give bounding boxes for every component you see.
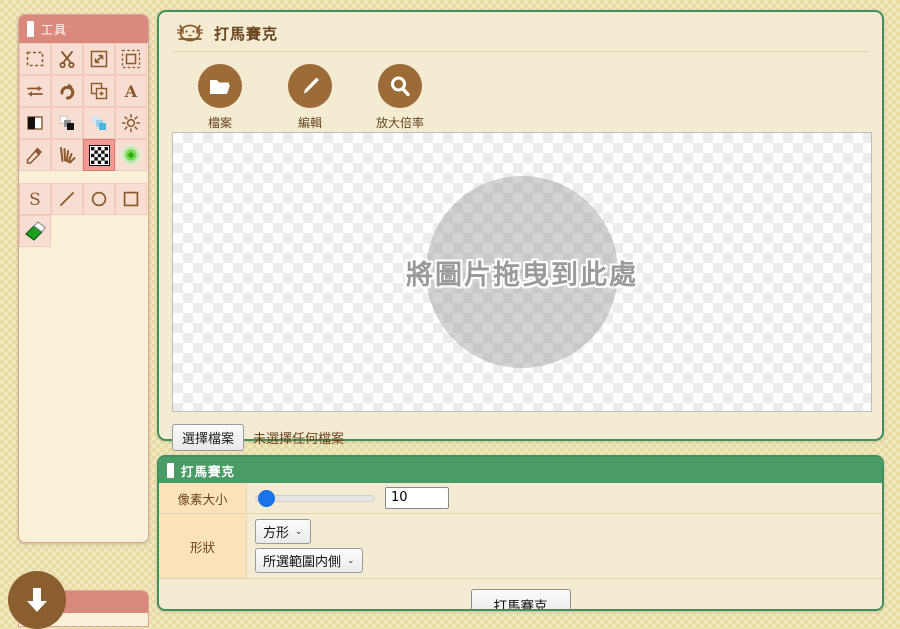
editor-title-bar: 打馬賽克 (159, 12, 882, 51)
chevron-down-icon: ⌄ (295, 526, 303, 537)
colorize-icon[interactable] (83, 107, 115, 139)
drop-hint-text: 將圖片拖曳到此處 (406, 259, 638, 291)
editor-title: 打馬賽克 (214, 24, 279, 43)
folder-open-icon (198, 64, 242, 108)
tools-header-accent-bar (27, 21, 34, 37)
shape-label: 形狀 (159, 514, 247, 578)
ellipse-tool-icon[interactable] (83, 183, 115, 215)
flip-icon[interactable] (19, 75, 51, 107)
pixel-size-label: 像素大小 (159, 483, 247, 513)
pixel-size-slider[interactable] (255, 489, 375, 507)
eraser-icon[interactable] (19, 215, 51, 247)
crop-icon[interactable] (115, 43, 147, 75)
svg-text:A: A (124, 82, 138, 101)
download-arrow-icon (22, 584, 52, 616)
download-button[interactable] (8, 571, 66, 629)
glow-blur-icon[interactable] (115, 139, 147, 171)
shape-controls: 方形 ⌄ 所選範圍内側 ⌄ (247, 514, 882, 578)
settings-header-accent-bar (167, 462, 174, 478)
settings-panel-header: 打馬賽克 (159, 457, 882, 483)
duplicate-layer-icon[interactable] (83, 75, 115, 107)
toolbar-label-edit: 編輯 (297, 116, 322, 130)
image-canvas-dropzone[interactable]: 將圖片拖曳到此處 (172, 132, 872, 412)
region-select[interactable]: 所選範圍内側 ⌄ (255, 548, 363, 573)
toolbar-label-file: 檔案 (207, 116, 232, 130)
rotate-icon[interactable] (51, 75, 83, 107)
pixel-size-input[interactable]: 10 (385, 487, 449, 509)
file-input-row: 選擇檔案 未選擇任何檔案 (172, 424, 344, 451)
text-tool-icon[interactable]: A (115, 75, 147, 107)
magnifier-zoom-icon (378, 64, 422, 108)
svg-text:S: S (29, 190, 41, 209)
curve-tool-icon[interactable]: S (19, 183, 51, 215)
smudge-icon[interactable] (51, 139, 83, 171)
select-rectangle-icon[interactable] (19, 43, 51, 75)
toolbar-label-zoom: 放大倍率 (375, 116, 424, 130)
brightness-icon[interactable] (115, 107, 147, 139)
toolbar-button-file[interactable]: 檔案 (189, 64, 251, 131)
chevron-down-icon: ⌄ (347, 555, 355, 566)
setting-row-shape: 形狀 方形 ⌄ 所選範圍内側 ⌄ (159, 514, 882, 579)
shape-select[interactable]: 方形 ⌄ (255, 519, 311, 544)
settings-panel-title: 打馬賽克 (181, 463, 236, 479)
region-select-value: 所選範圍内側 (263, 555, 342, 570)
tool-grid: A S (19, 43, 148, 247)
choose-file-button[interactable]: 選擇檔案 (172, 424, 245, 451)
editor-panel: 打馬賽克 檔案 編輯 放大倍率 將圖片拖曳到此處 選擇檔案 未選擇任何檔案 (157, 10, 884, 451)
pixel-size-controls: 10 (247, 483, 882, 513)
mosaic-icon[interactable] (83, 139, 115, 171)
rectangle-tool-icon[interactable] (115, 183, 147, 215)
tools-panel-header: 工具 (19, 15, 148, 43)
tools-panel-title: 工具 (41, 22, 68, 37)
cat-face-icon (175, 21, 205, 45)
line-tool-icon[interactable] (51, 183, 83, 215)
mosaic-settings-panel: 打馬賽克 像素大小 10 形狀 方形 ⌄ 所選範圍内側 ⌄ 打馬賽克 (157, 455, 884, 611)
tool-grid-separator (19, 171, 148, 183)
tools-panel: 工具 A S (18, 14, 149, 543)
shape-select-value: 方形 (263, 526, 290, 541)
pencil-edit-icon (288, 64, 332, 108)
contrast-icon[interactable] (19, 107, 51, 139)
eyedropper-icon[interactable] (19, 139, 51, 171)
slider-thumb[interactable] (258, 489, 275, 507)
grayscale-icon[interactable] (51, 107, 83, 139)
file-status-text: 未選擇任何檔案 (253, 432, 345, 447)
apply-mosaic-button[interactable]: 打馬賽克 (470, 589, 571, 609)
toolbar-button-zoom[interactable]: 放大倍率 (369, 64, 431, 131)
scissors-cut-icon[interactable] (51, 43, 83, 75)
setting-row-pixel-size: 像素大小 10 (159, 483, 882, 514)
toolbar-button-edit[interactable]: 編輯 (279, 64, 341, 131)
resize-icon[interactable] (83, 43, 115, 75)
apply-row: 打馬賽克 (159, 579, 882, 609)
editor-toolbar: 檔案 編輯 放大倍率 (159, 52, 882, 131)
